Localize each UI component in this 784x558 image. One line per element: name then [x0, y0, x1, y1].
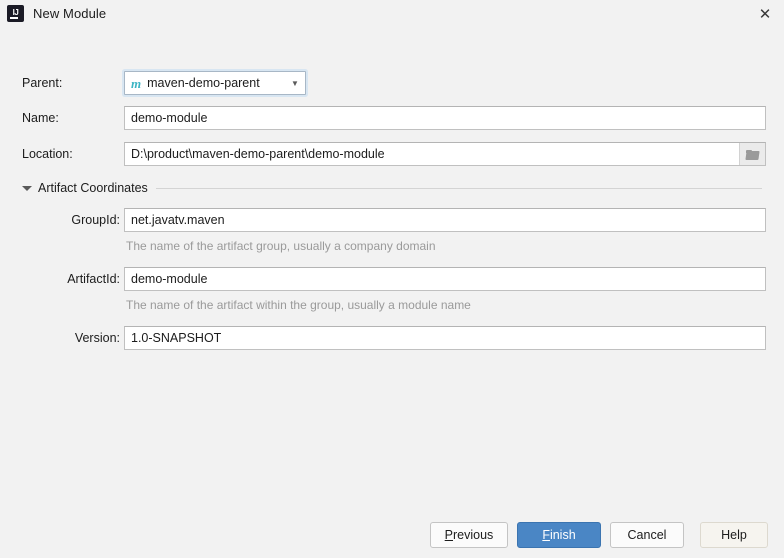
dialog-button-bar: Previous Finish Cancel Help [0, 512, 784, 558]
cancel-button[interactable]: Cancel [610, 522, 684, 548]
artifact-id-input[interactable]: demo-module [124, 267, 766, 291]
window-title: New Module [33, 6, 107, 21]
maven-icon: m [131, 75, 142, 91]
title-bar: IJ New Module ✕ [0, 0, 784, 27]
browse-folder-button[interactable] [739, 143, 765, 165]
artifact-id-hint: The name of the artifact within the grou… [126, 298, 471, 312]
artifact-coordinates-section-header[interactable]: Artifact Coordinates [22, 179, 762, 197]
group-id-hint: The name of the artifact group, usually … [126, 239, 436, 253]
parent-combobox[interactable]: m maven-demo-parent ▼ [124, 71, 306, 95]
finish-button[interactable]: Finish [517, 522, 601, 548]
name-label: Name: [22, 111, 59, 125]
chevron-down-icon[interactable]: ▼ [285, 79, 305, 88]
intellij-idea-icon: IJ [7, 5, 24, 22]
previous-button[interactable]: Previous [430, 522, 508, 548]
location-input[interactable]: D:\product\maven-demo-parent\demo-module [124, 142, 766, 166]
group-id-label: GroupId: [71, 213, 120, 227]
parent-label: Parent: [22, 76, 63, 90]
previous-button-mnemonic: P [444, 528, 454, 542]
triangle-down-icon[interactable] [22, 185, 32, 191]
location-label: Location: [22, 147, 73, 161]
close-icon[interactable]: ✕ [754, 3, 776, 25]
help-button[interactable]: Help [700, 522, 768, 548]
location-input-value: D:\product\maven-demo-parent\demo-module [131, 147, 385, 161]
group-id-input[interactable]: net.javatv.maven [124, 208, 766, 232]
artifact-id-label: ArtifactId: [67, 272, 120, 286]
finish-button-label: inish [549, 528, 576, 542]
previous-button-label: revious [453, 528, 494, 542]
finish-button-mnemonic: F [542, 528, 550, 542]
parent-combobox-value: maven-demo-parent [147, 76, 260, 90]
folder-icon [746, 150, 759, 160]
artifact-coordinates-label: Artifact Coordinates [38, 181, 148, 195]
section-divider [155, 187, 762, 189]
version-label: Version: [74, 331, 120, 345]
name-input[interactable]: demo-module [124, 106, 766, 130]
version-input[interactable]: 1.0-SNAPSHOT [124, 326, 766, 350]
